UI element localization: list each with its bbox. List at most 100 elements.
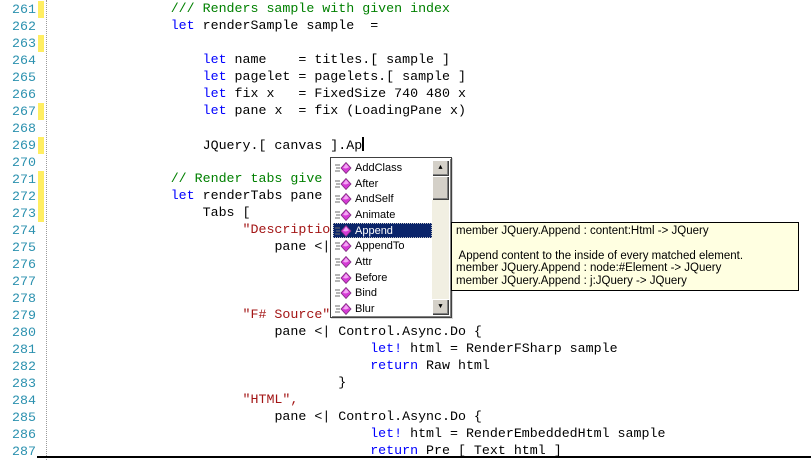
line-number: 278 bbox=[12, 291, 36, 306]
scrollbar-thumb[interactable] bbox=[432, 176, 449, 200]
change-tracking-bar bbox=[38, 35, 44, 52]
code-token: let bbox=[202, 86, 227, 101]
code-token: let bbox=[170, 188, 195, 203]
gutter-row: 275 bbox=[0, 239, 46, 256]
scroll-up-button[interactable]: ▲ bbox=[432, 160, 449, 176]
code-token: html = RenderFSharp sample bbox=[402, 341, 618, 356]
code-line[interactable]: "HTML", bbox=[51, 391, 299, 409]
gutter-row: 283 bbox=[0, 375, 46, 392]
code-token: renderTabs pane bbox=[194, 188, 323, 203]
gutter-row: 271 bbox=[0, 171, 46, 188]
gutter-row: 276 bbox=[0, 256, 46, 273]
code-line[interactable]: "F# Source" bbox=[51, 306, 331, 324]
line-number: 281 bbox=[12, 342, 36, 357]
gutter-row: 285 bbox=[0, 409, 46, 426]
item-label: Animate bbox=[355, 208, 396, 221]
code-line[interactable]: let pagelet = pagelets.[ sample ] bbox=[51, 68, 466, 86]
gutter-row: 282 bbox=[0, 358, 46, 375]
code-line[interactable]: pane <| Control.Async.Do { bbox=[51, 323, 482, 341]
gutter-row: 270 bbox=[0, 154, 46, 171]
method-gem-icon bbox=[335, 271, 352, 284]
code-line[interactable]: pane <| Control.Async.Do { bbox=[51, 408, 481, 426]
code-line[interactable]: JQuery.[ canvas ].Ap bbox=[51, 136, 365, 154]
item-label: Attr bbox=[355, 255, 373, 268]
gutter-row: 262 bbox=[0, 18, 46, 35]
gutter-row: 269 bbox=[0, 137, 46, 154]
line-number: 262 bbox=[12, 19, 36, 34]
code-line[interactable]: Tabs [ bbox=[51, 204, 251, 222]
item-label: AndSelf bbox=[355, 193, 394, 206]
intellisense-item-bind[interactable]: Bind bbox=[333, 286, 432, 302]
gutter-row: 267 bbox=[0, 103, 46, 120]
code-token: JQuery.[ canvas ].Ap bbox=[202, 138, 363, 153]
code-line[interactable]: // Render tabs give bbox=[51, 170, 323, 188]
tooltip-line: member JQuery.Append : node:#Element -> … bbox=[456, 262, 722, 275]
code-token: let! bbox=[370, 341, 403, 356]
item-label: Bind bbox=[355, 287, 378, 300]
change-tracking-bar bbox=[38, 205, 44, 222]
change-tracking-bar bbox=[38, 137, 44, 154]
scrollbar[interactable]: ▲ ▼ bbox=[432, 160, 449, 315]
code-line[interactable]: pane <| bbox=[51, 238, 330, 256]
tooltip-line: member JQuery.Append : content:Html -> J… bbox=[456, 225, 709, 237]
code-line[interactable]: return Raw html bbox=[51, 357, 490, 375]
line-number: 261 bbox=[12, 2, 36, 17]
intellisense-item-animate[interactable]: Animate bbox=[333, 207, 432, 223]
line-number: 283 bbox=[12, 376, 36, 391]
intellisense-popup: AddClass After AndSelf Animate Append AppendT… bbox=[330, 157, 452, 318]
code-token: return bbox=[370, 358, 419, 373]
code-token: Tabs [ bbox=[202, 205, 251, 220]
line-number: 276 bbox=[12, 257, 36, 272]
method-gem-icon bbox=[335, 177, 352, 190]
scroll-down-button[interactable]: ▼ bbox=[432, 299, 449, 315]
line-number: 272 bbox=[12, 189, 36, 204]
code-token: html = RenderEmbeddedHtml sample bbox=[402, 426, 666, 441]
code-line[interactable]: "Descriptio bbox=[51, 221, 331, 239]
line-number: 284 bbox=[12, 393, 36, 408]
gutter-row: 264 bbox=[0, 52, 46, 69]
intellisense-item-andself[interactable]: AndSelf bbox=[333, 191, 432, 207]
gutter-row: 261 bbox=[0, 1, 46, 18]
gutter-row: 280 bbox=[0, 324, 46, 341]
method-gem-icon bbox=[335, 161, 352, 174]
code-line[interactable]: let fix x = FixedSize 740 480 x bbox=[51, 85, 466, 103]
line-number: 270 bbox=[12, 155, 36, 170]
item-label: Before bbox=[355, 271, 388, 284]
method-gem-icon bbox=[335, 303, 352, 316]
intellisense-item-before[interactable]: Before bbox=[333, 270, 432, 286]
gutter-row: 286 bbox=[0, 426, 46, 443]
code-line[interactable]: let! html = RenderEmbeddedHtml sample bbox=[51, 425, 665, 443]
code-token: pane <| Control.Async.Do { bbox=[274, 324, 482, 339]
gutter-row: 277 bbox=[0, 273, 46, 290]
code-line[interactable]: let! html = RenderFSharp sample bbox=[51, 340, 618, 358]
code-token: "Descriptio bbox=[242, 222, 331, 237]
line-number: 280 bbox=[12, 325, 36, 340]
intellisense-tooltip: member JQuery.Append : content:Html -> J… bbox=[451, 222, 799, 292]
gutter-row: 284 bbox=[0, 392, 46, 409]
change-tracking-bar bbox=[38, 171, 44, 188]
code-line[interactable]: let name = titles.[ sample ] bbox=[51, 51, 450, 69]
code-token: pane x = fix (LoadingPane x) bbox=[226, 103, 466, 118]
code-line[interactable]: } bbox=[51, 374, 346, 392]
code-token: /// Renders sample with given index bbox=[170, 1, 450, 16]
gutter-row: 274 bbox=[0, 222, 46, 239]
intellisense-item-addclass[interactable]: AddClass bbox=[333, 160, 432, 176]
code-line[interactable]: /// Renders sample with given index bbox=[51, 0, 450, 18]
intellisense-item-after[interactable]: After bbox=[333, 176, 432, 192]
intellisense-item-append[interactable]: Append bbox=[333, 222, 432, 239]
line-number: 267 bbox=[12, 104, 36, 119]
intellisense-item-blur[interactable]: Blur bbox=[333, 301, 432, 317]
change-tracking-bar bbox=[38, 188, 44, 205]
code-line[interactable]: let renderSample sample = bbox=[51, 17, 378, 35]
code-token: let bbox=[202, 103, 227, 118]
intellisense-list: AddClass After AndSelf Animate Append AppendT… bbox=[333, 160, 432, 317]
code-line[interactable]: let renderTabs pane bbox=[51, 187, 323, 205]
item-label: After bbox=[355, 177, 379, 190]
gutter-row: 281 bbox=[0, 341, 46, 358]
item-label: AddClass bbox=[355, 161, 403, 174]
gutter-row: 268 bbox=[0, 120, 46, 137]
code-line[interactable]: let pane x = fix (LoadingPane x) bbox=[51, 102, 466, 120]
line-number: 275 bbox=[12, 240, 36, 255]
intellisense-item-appendto[interactable]: AppendTo bbox=[333, 238, 432, 254]
intellisense-item-attr[interactable]: Attr bbox=[333, 254, 432, 270]
